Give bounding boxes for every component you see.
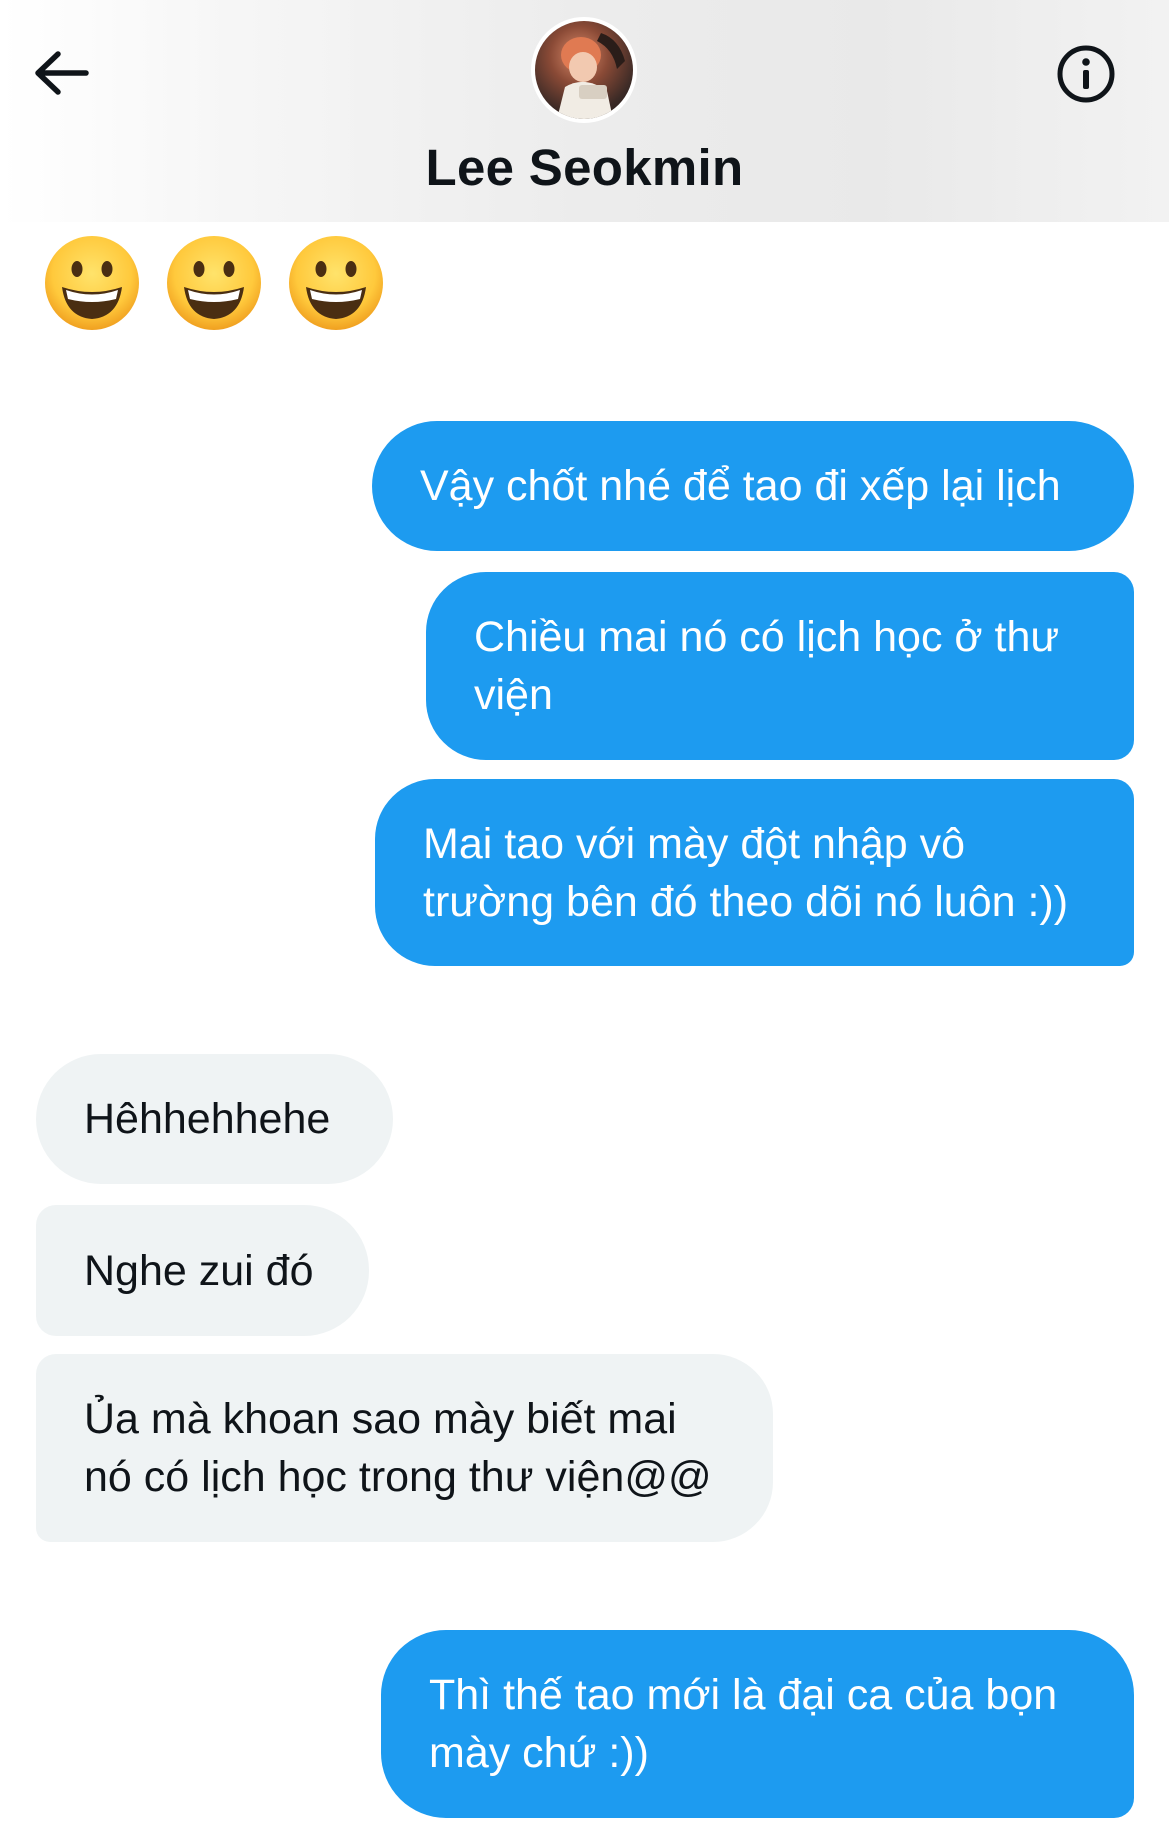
avatar[interactable] [531, 17, 637, 123]
incoming-message-bubble[interactable]: Ủa mà khoan sao mày biết mai nó có lịch … [36, 1354, 773, 1542]
emoji-message [42, 233, 386, 333]
message-text: Hêhhehhehe [84, 1095, 331, 1143]
incoming-message-bubble[interactable]: Hêhhehhehe [36, 1054, 393, 1184]
grinning-face-emoji-2 [167, 236, 261, 330]
back-button[interactable] [26, 38, 96, 108]
incoming-message-bubble[interactable]: Nghe zui đó [36, 1205, 369, 1336]
arrow-left-icon [35, 51, 89, 95]
message-text: Nghe zui đó [84, 1246, 314, 1295]
info-button[interactable] [1050, 38, 1122, 110]
outgoing-message-bubble[interactable]: Vậy chốt nhé để tao đi xếp lại lịch [372, 421, 1134, 551]
grinning-face-emoji-3 [289, 236, 383, 330]
info-circle-icon [1057, 45, 1115, 103]
message-text: Mai tao với mày đột nhập vô trường bên đ… [423, 819, 1069, 926]
outgoing-message-bubble[interactable]: Chiều mai nó có lịch học ở thư viện [426, 572, 1134, 760]
message-text: Ủa mà khoan sao mày biết mai nó có lịch … [84, 1395, 712, 1501]
outgoing-message-bubble[interactable]: Mai tao với mày đột nhập vô trường bên đ… [375, 779, 1134, 966]
conversation-header: Lee Seokmin [0, 0, 1169, 222]
outgoing-message-bubble[interactable]: Thì thế tao mới là đại ca của bọn mày ch… [381, 1630, 1134, 1818]
message-text: Chiều mai nó có lịch học ở thư viện [474, 613, 1060, 719]
message-text: Thì thế tao mới là đại ca của bọn mày ch… [429, 1671, 1058, 1777]
message-text: Vậy chốt nhé để tao đi xếp lại lịch [420, 462, 1061, 510]
grinning-face-emoji-1 [45, 236, 139, 330]
contact-name[interactable]: Lee Seokmin [0, 138, 1169, 197]
